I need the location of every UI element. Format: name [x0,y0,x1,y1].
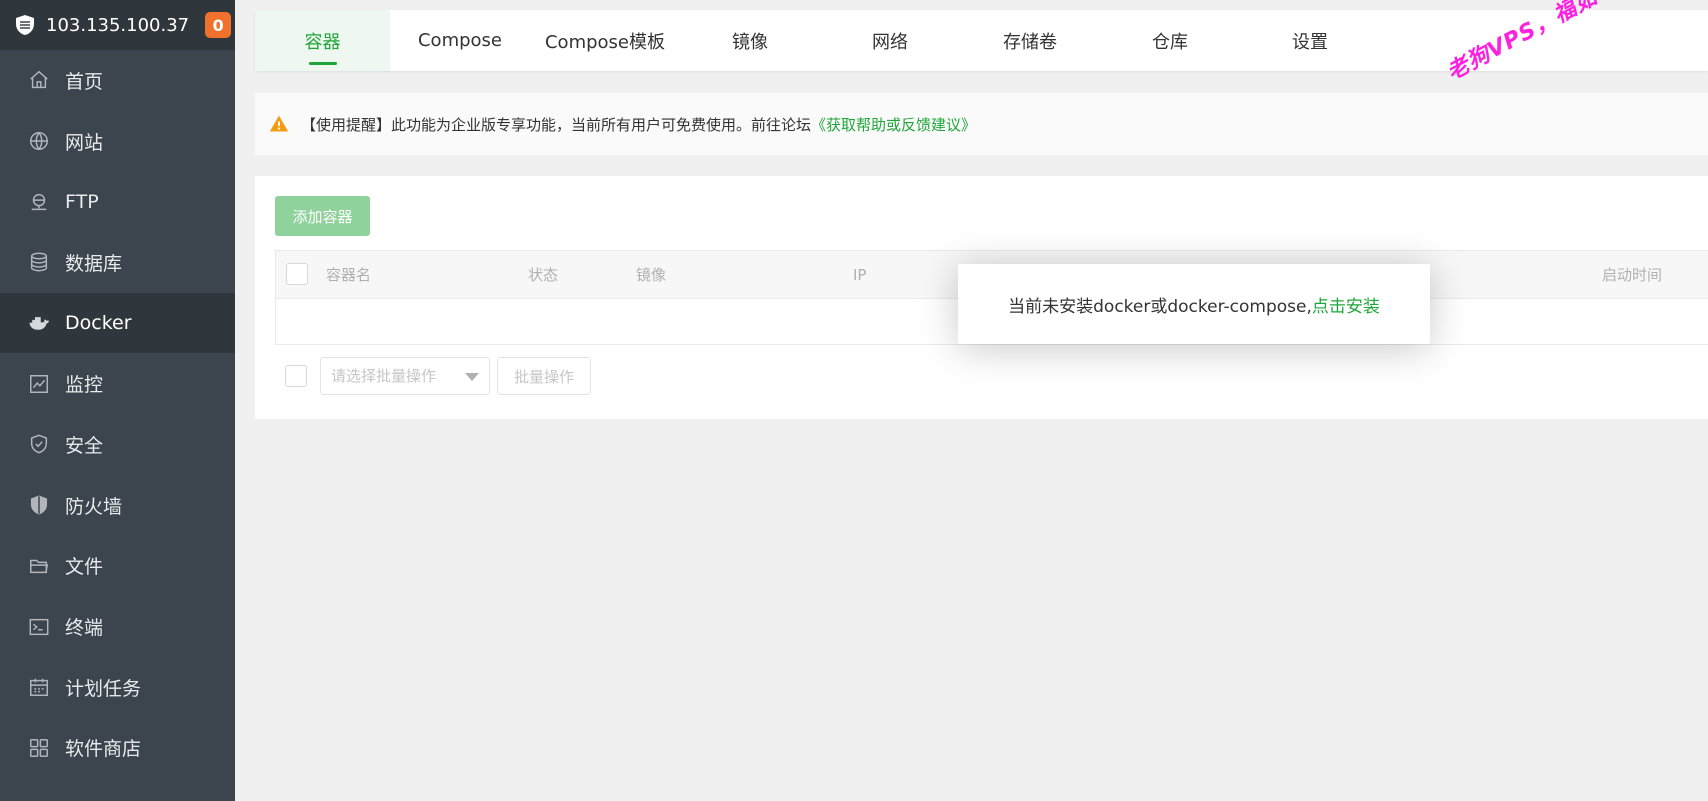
docker-icon [28,312,50,334]
dialog-message: 当前未安装docker或docker-compose, [1008,296,1312,317]
column-header-ip[interactable]: IP [853,251,866,299]
batch-select-placeholder: 请选择批量操作 [331,367,437,385]
column-header-status[interactable]: 状态 [528,251,558,299]
batch-select-checkbox[interactable] [285,365,307,387]
sidebar-item-website[interactable]: 网站 [0,111,235,172]
batch-operation-select[interactable]: 请选择批量操作 [320,357,490,395]
ftp-icon [28,191,50,213]
column-header-name[interactable]: 容器名 [326,251,371,299]
calendar-icon [28,676,50,698]
sidebar-item-label: 安全 [65,434,104,457]
sidebar-menu: 首页 网站 FTP 数据库 Docker 监控 安全 防火墙 文件 终端 计划任… [0,50,235,778]
sidebar-item-label: 文件 [65,556,104,579]
sidebar-item-app-store[interactable]: 软件商店 [0,718,235,779]
folder-icon [28,555,50,577]
terminal-icon [28,616,50,638]
tab-networks[interactable]: 网络 [820,10,960,71]
sidebar-item-label: 计划任务 [65,677,142,700]
forum-help-link[interactable]: 《获取帮助或反馈建议》 [811,114,976,135]
batch-toolbar: 请选择批量操作 批量操作 [275,357,875,395]
column-header-start-time[interactable]: 启动时间 [1602,251,1662,299]
sidebar-item-label: 防火墙 [65,495,123,518]
database-icon [28,251,50,273]
sidebar-item-database[interactable]: 数据库 [0,232,235,293]
tab-volumes[interactable]: 存储卷 [960,10,1100,71]
select-all-checkbox[interactable] [286,263,308,285]
sidebar-item-label: 网站 [65,131,104,154]
sidebar-item-label: 首页 [65,70,104,93]
sidebar-item-label: 终端 [65,617,104,640]
sidebar-item-label: 监控 [65,374,104,397]
tab-containers[interactable]: 容器 [255,10,390,71]
sidebar-item-label: Docker [65,312,132,335]
warning-icon [269,115,289,132]
notice-text: 【使用提醒】此功能为企业版专享功能，当前所有用户可免费使用。前往论坛 [301,115,812,134]
column-header-image[interactable]: 镜像 [636,251,666,299]
sidebar-header: 103.135.100.37 0 [0,0,235,50]
tab-settings[interactable]: 设置 [1240,10,1380,71]
enterprise-notice: 【使用提醒】此功能为企业版专享功能，当前所有用户可免费使用。前往论坛 《获取帮助… [255,93,1708,155]
firewall-icon [28,494,50,516]
globe-icon [28,130,50,152]
sidebar-item-label: 软件商店 [65,738,142,761]
panel-logo-icon [12,12,38,38]
sidebar-item-docker[interactable]: Docker [0,292,235,354]
sidebar-item-cron[interactable]: 计划任务 [0,657,235,718]
add-container-button[interactable]: 添加容器 [275,196,370,236]
apps-grid-icon [28,737,50,759]
sidebar: 103.135.100.37 0 首页 网站 FTP 数据库 Docker 监控 [0,0,235,801]
batch-operation-button[interactable]: 批量操作 [497,357,591,395]
server-ip: 103.135.100.37 [46,14,190,36]
sidebar-item-terminal[interactable]: 终端 [0,596,235,657]
tab-images[interactable]: 镜像 [680,10,820,71]
install-docker-link[interactable]: 点击安装 [1312,292,1380,317]
sidebar-item-security[interactable]: 安全 [0,414,235,475]
docker-not-installed-dialog: 当前未安装docker或docker-compose, 点击安装 [958,264,1430,344]
shield-icon [28,433,50,455]
monitor-icon [28,373,50,395]
sidebar-item-label: FTP [65,190,99,213]
sidebar-item-label: 数据库 [65,252,123,275]
sidebar-item-ftp[interactable]: FTP [0,171,235,232]
tab-registry[interactable]: 仓库 [1100,10,1240,71]
sidebar-item-files[interactable]: 文件 [0,536,235,597]
tab-compose-templates[interactable]: Compose模板 [530,10,680,71]
sidebar-item-monitor[interactable]: 监控 [0,353,235,414]
sidebar-item-home[interactable]: 首页 [0,50,235,111]
tab-compose[interactable]: Compose [390,10,530,71]
caret-down-icon [465,373,479,381]
sidebar-item-firewall[interactable]: 防火墙 [0,475,235,536]
home-icon [28,69,50,91]
notification-badge[interactable]: 0 [205,12,232,38]
